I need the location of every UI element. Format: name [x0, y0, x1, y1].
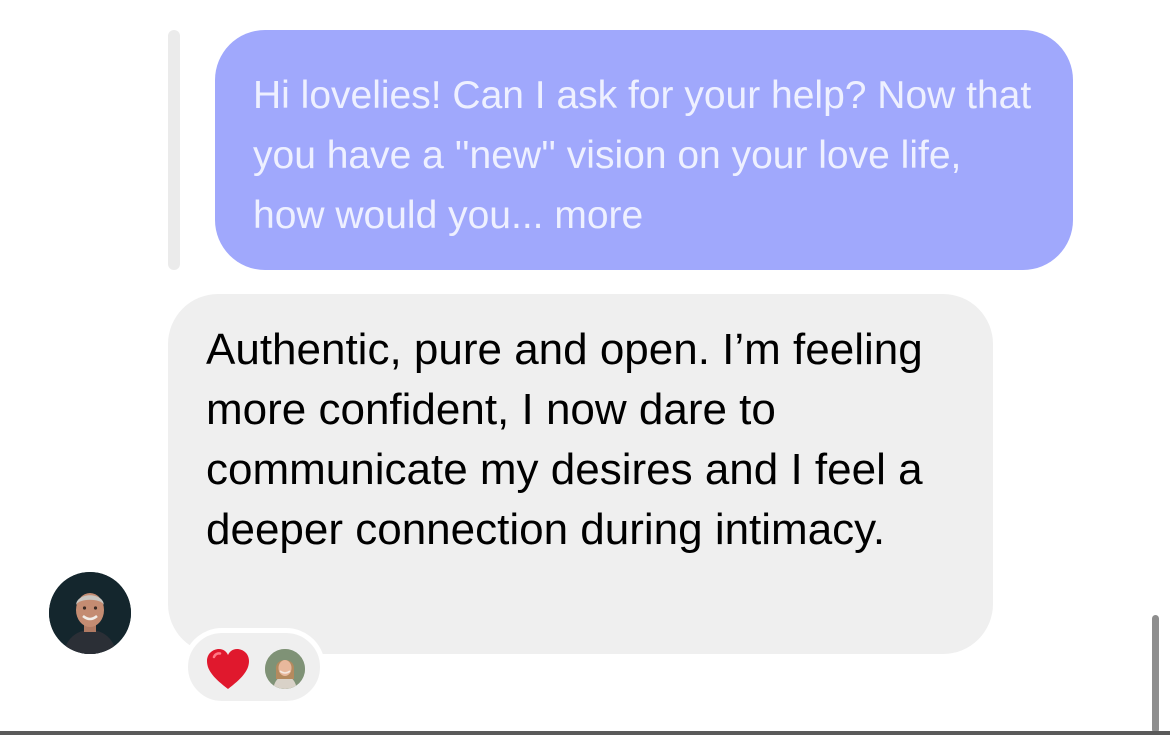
more-link[interactable]: more	[554, 194, 643, 237]
reactor-avatar-icon	[265, 649, 305, 689]
reactions-pill[interactable]	[183, 628, 325, 706]
bottom-divider	[0, 731, 1170, 735]
red-heart-icon	[207, 649, 249, 689]
scrollbar-thumb[interactable]	[1152, 615, 1159, 733]
message-text: Authentic, pure and open. I’m feeling mo…	[206, 325, 923, 554]
reply-quote-bar	[168, 30, 180, 270]
person-avatar-graphic	[49, 572, 131, 654]
quoted-message-bubble[interactable]: Hi lovelies! Can I ask for your help? No…	[215, 30, 1073, 270]
person-avatar-icon[interactable]	[49, 572, 131, 654]
chat-thread: Hi lovelies! Can I ask for your help? No…	[0, 0, 1170, 735]
reactor-avatar-graphic	[265, 649, 305, 689]
message-bubble[interactable]: Authentic, pure and open. I’m feeling mo…	[168, 294, 993, 654]
